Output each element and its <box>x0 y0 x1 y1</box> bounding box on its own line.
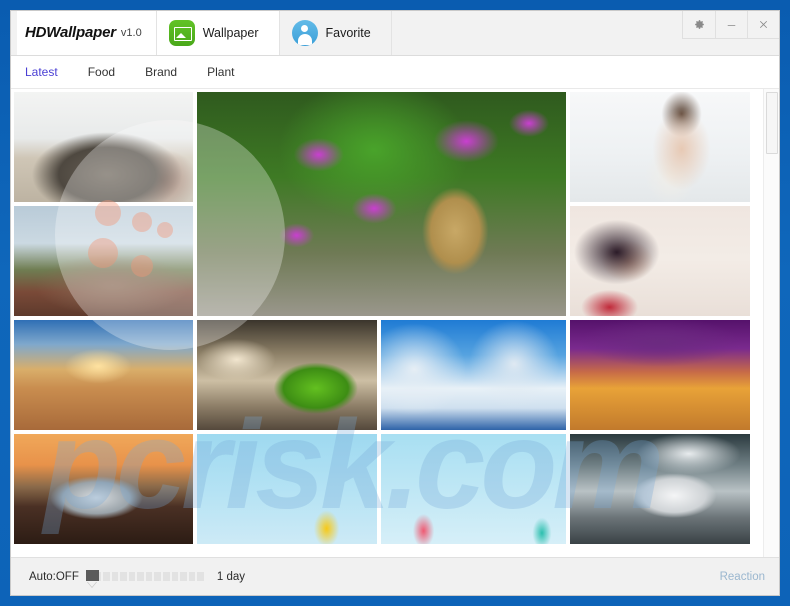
app-title: HDWallpaper <box>25 24 116 41</box>
auto-change-label: Auto:OFF <box>29 570 79 583</box>
gallery-scroll-area <box>11 89 779 557</box>
minimize-icon <box>727 25 736 26</box>
wallpaper-tile-winter-trees[interactable] <box>381 320 566 430</box>
grid-row-middle <box>14 320 759 430</box>
grid-column-left <box>14 92 193 316</box>
slider-segment <box>180 572 187 581</box>
wallpaper-thumbnail <box>197 434 377 544</box>
wallpaper-tile-girl-book[interactable] <box>570 92 750 202</box>
wallpaper-thumbnail <box>14 320 193 430</box>
slider-segment <box>120 572 127 581</box>
title-bar: HDWallpaper v1.0 Wallpaper Favorite <box>11 11 779 56</box>
reaction-link[interactable]: Reaction <box>720 571 765 583</box>
wallpaper-thumbnail <box>14 434 193 544</box>
interval-slider[interactable] <box>85 570 204 582</box>
grid-row-bottom <box>14 434 759 544</box>
wallpaper-tile-autumn-lake[interactable] <box>570 320 750 430</box>
slider-segment <box>137 572 144 581</box>
wallpaper-grid <box>11 89 761 557</box>
grid-row-top <box>14 92 759 316</box>
wallpaper-tile-rock-coast[interactable] <box>14 92 193 202</box>
gear-icon <box>694 20 704 29</box>
brand-block: HDWallpaper v1.0 <box>17 11 157 55</box>
wallpaper-tile-green-mustang[interactable] <box>197 320 377 430</box>
wallpaper-tile-white-mustang[interactable] <box>570 434 750 544</box>
wallpaper-thumbnail <box>381 320 566 430</box>
grid-column-right <box>570 92 750 316</box>
wallpaper-icon <box>168 19 195 46</box>
wallpaper-thumbnail <box>197 320 377 430</box>
slider-segment <box>197 572 204 581</box>
close-button[interactable] <box>747 11 779 38</box>
app-version: v1.0 <box>120 26 142 39</box>
wallpaper-tile-beach-sunset[interactable] <box>14 320 193 430</box>
slider-segment <box>188 572 196 581</box>
tab-wallpaper[interactable]: Wallpaper <box>156 11 280 55</box>
wallpaper-thumbnail <box>570 92 750 202</box>
wallpaper-thumbnail <box>197 92 566 316</box>
scrollbar-thumb[interactable] <box>766 92 778 154</box>
category-plant[interactable]: Plant <box>207 65 234 79</box>
wallpaper-tile-pastel-pink[interactable] <box>381 434 566 544</box>
tab-favorite-label: Favorite <box>325 25 371 40</box>
interval-value: 1 day <box>216 570 245 583</box>
window-content: HDWallpaper v1.0 Wallpaper Favorite Late… <box>10 10 780 596</box>
slider-segment <box>103 572 110 581</box>
window-controls <box>682 11 779 39</box>
tab-wallpaper-label: Wallpaper <box>202 25 259 40</box>
wallpaper-tile-pagani[interactable] <box>14 434 193 544</box>
slider-segment <box>171 572 179 581</box>
wallpaper-thumbnail <box>570 320 750 430</box>
close-icon <box>759 20 768 29</box>
settings-button[interactable] <box>683 11 715 38</box>
category-food[interactable]: Food <box>88 65 115 79</box>
slider-handle[interactable] <box>85 570 99 581</box>
application-window: HDWallpaper v1.0 Wallpaper Favorite Late… <box>0 0 790 606</box>
wallpaper-thumbnail <box>570 206 750 316</box>
slider-segment <box>145 572 153 581</box>
status-bar: Auto:OFF 1 day Reaction <box>11 557 779 595</box>
slider-segment <box>111 572 119 581</box>
minimize-button[interactable] <box>715 11 747 38</box>
slider-segment <box>128 572 136 581</box>
wallpaper-tile-danbo-flowers[interactable] <box>197 92 566 316</box>
wallpaper-thumbnail <box>14 206 193 316</box>
user-icon <box>291 19 318 46</box>
category-brand[interactable]: Brand <box>145 65 177 79</box>
tab-favorite[interactable]: Favorite <box>279 11 392 55</box>
wallpaper-thumbnail <box>570 434 750 544</box>
wallpaper-tile-castle[interactable] <box>14 206 193 316</box>
slider-segment <box>163 572 170 581</box>
wallpaper-thumbnail <box>14 92 193 202</box>
wallpaper-tile-pastel-yellow[interactable] <box>197 434 377 544</box>
wallpaper-tile-girl-red-lips[interactable] <box>570 206 750 316</box>
wallpaper-thumbnail <box>381 434 566 544</box>
slider-segment <box>154 572 162 581</box>
vertical-scrollbar[interactable] <box>763 89 779 557</box>
category-latest[interactable]: Latest <box>25 65 58 79</box>
category-nav: Latest Food Brand Plant <box>11 56 779 89</box>
